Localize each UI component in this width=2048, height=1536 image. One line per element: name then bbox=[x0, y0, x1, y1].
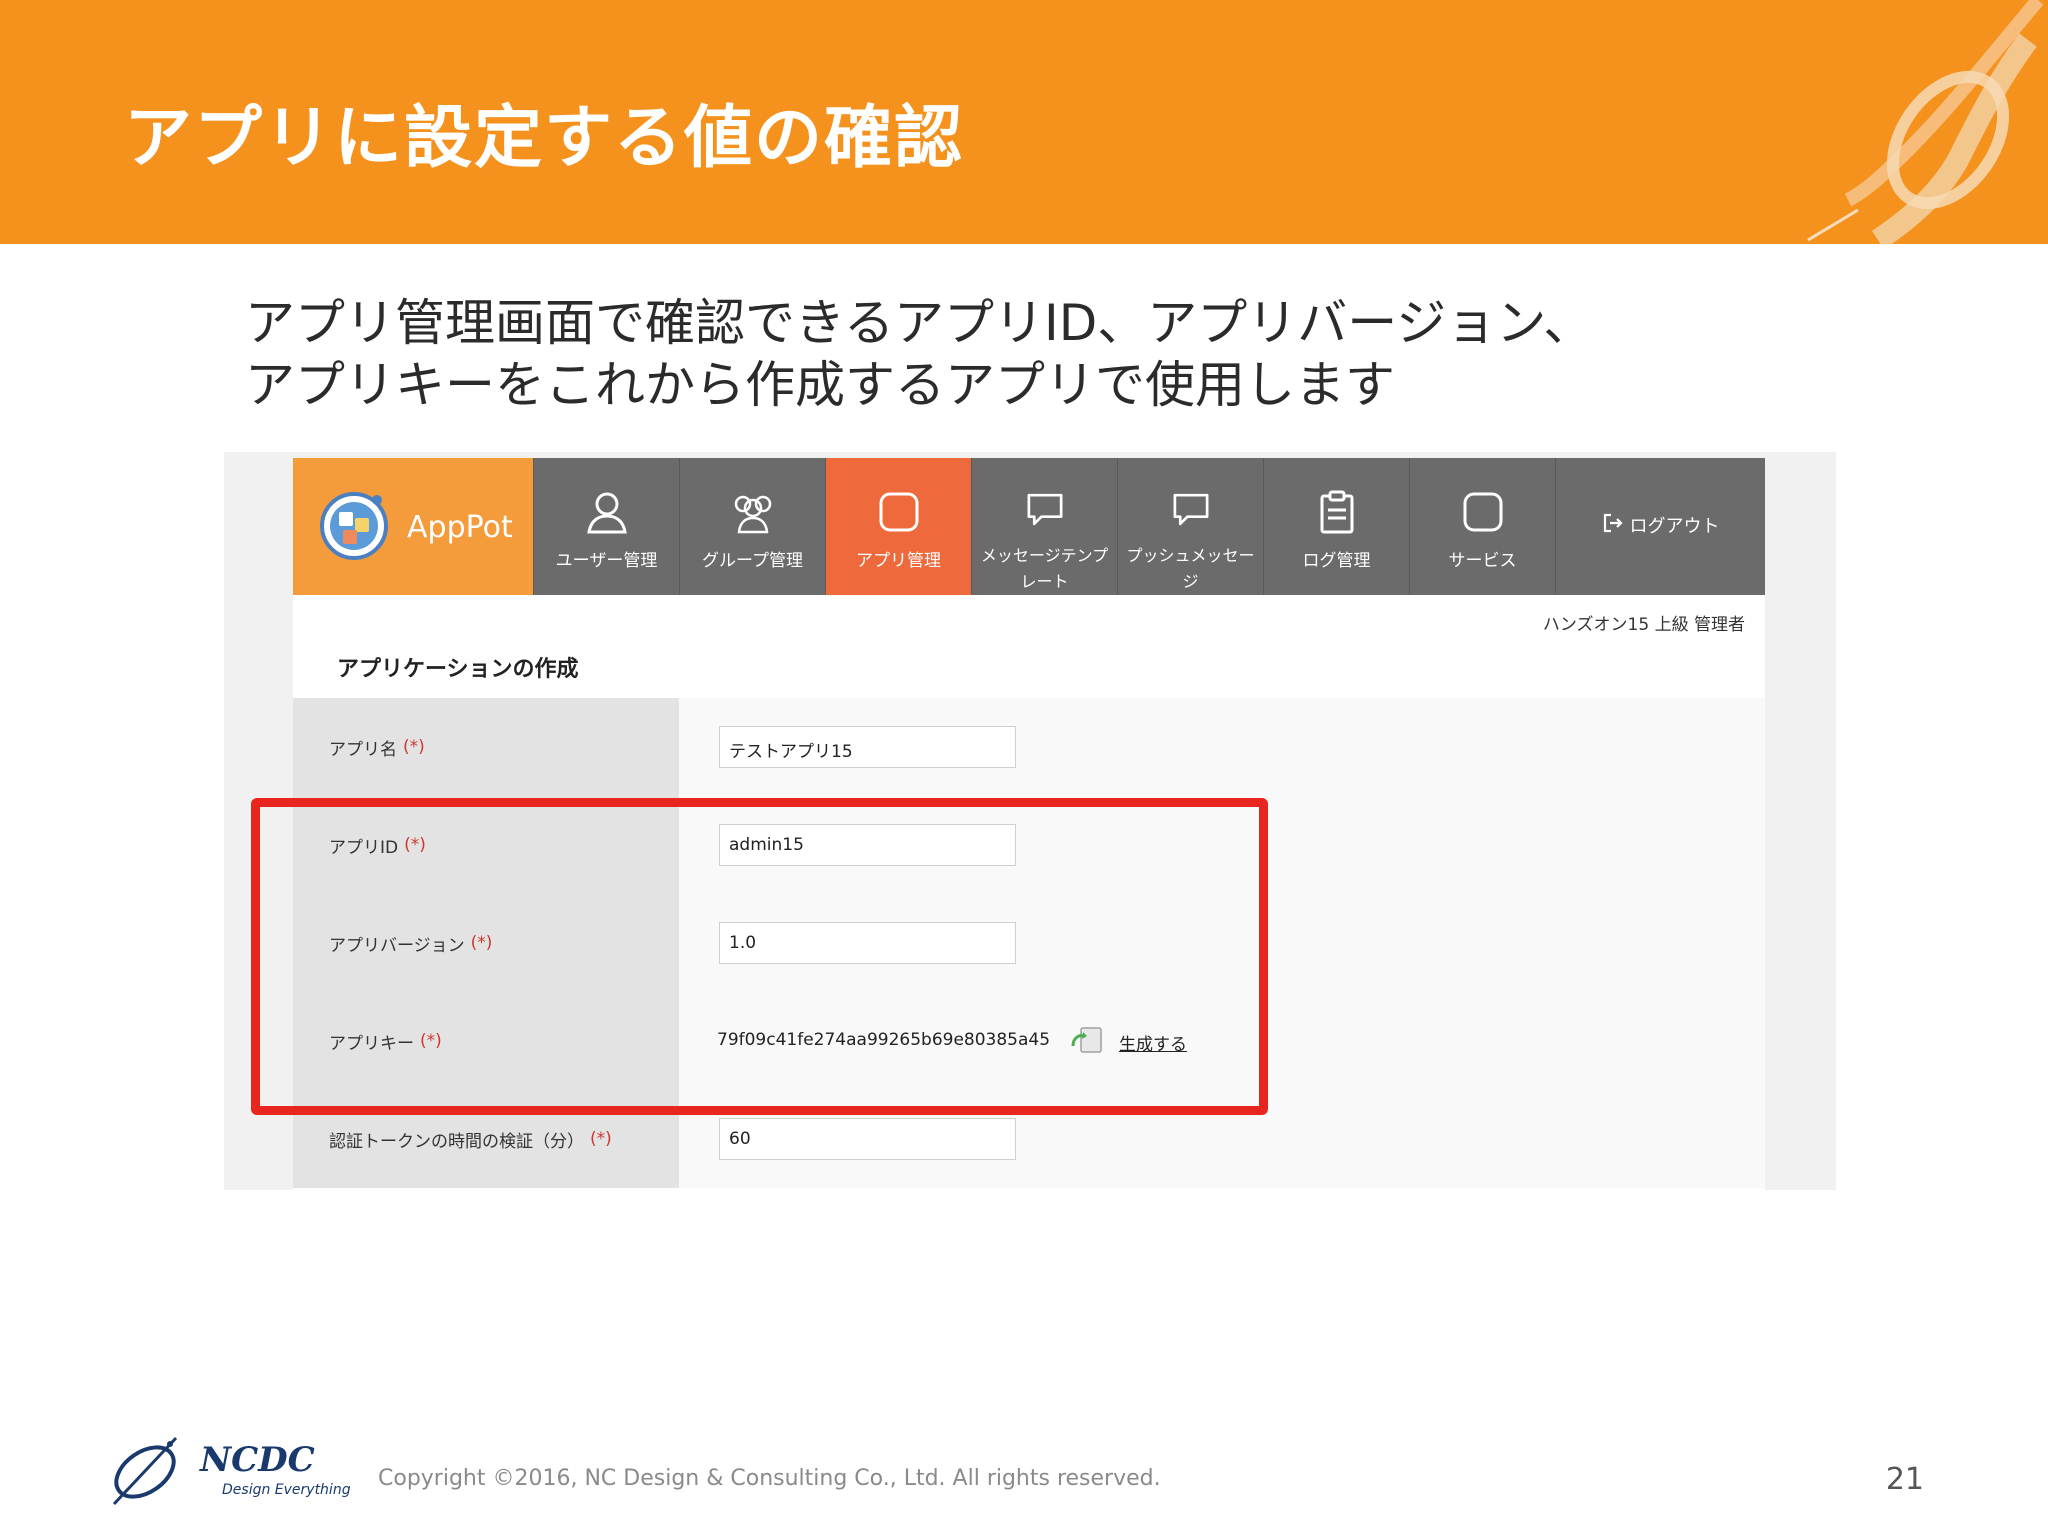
ncdc-tagline: Design Everything bbox=[222, 1482, 351, 1498]
nav-item-log-management[interactable]: ログ管理 bbox=[1263, 458, 1409, 595]
copyright-text: Copyright ©2016, NC Design & Consulting … bbox=[378, 1466, 1161, 1491]
header-band: アプリに設定する値の確認 bbox=[0, 0, 2048, 244]
nav-label: ユーザー管理 bbox=[555, 551, 658, 571]
app-icon bbox=[879, 492, 918, 532]
subtitle-line-2: アプリキーをこれから作成するアプリで使用します bbox=[245, 356, 1395, 414]
slide-title: アプリに設定する値の確認 bbox=[124, 99, 965, 178]
logout-button[interactable]: ログアウト bbox=[1555, 458, 1765, 595]
decorative-swirl-icon bbox=[1807, 0, 2044, 244]
clipboard-icon bbox=[1320, 490, 1353, 534]
nav-item-app-management[interactable]: アプリ管理 bbox=[825, 458, 971, 595]
top-navbar: AppPot ユーザー管理 グループ管理 アプリ管理 メッセージテンプ レート … bbox=[293, 458, 1765, 595]
nav-item-message-template[interactable]: メッセージテンプ レート bbox=[971, 458, 1117, 595]
ncdc-wordmark: NCDC bbox=[200, 1440, 315, 1480]
group-icon bbox=[734, 495, 771, 534]
logout-label: ログアウト bbox=[1629, 516, 1720, 537]
highlight-box bbox=[251, 798, 1268, 1115]
user-info: ハンズオン15 上級 管理者 bbox=[1542, 615, 1745, 635]
nav-label: サービス bbox=[1448, 551, 1517, 571]
nav-label: メッセージテンプ レート bbox=[980, 546, 1109, 591]
slide-subtitle: アプリ管理画面で確認できるアプリID、アプリバージョン、 アプリキーをこれから作… bbox=[245, 292, 1593, 416]
app-name-input[interactable]: テストアプリ15 bbox=[719, 726, 1016, 768]
required-mark: (*) bbox=[403, 737, 425, 757]
form-row-app-name: アプリ名 (*) テストアプリ15 bbox=[293, 698, 1765, 796]
logout-icon bbox=[1603, 513, 1623, 533]
brand-logo[interactable]: AppPot bbox=[293, 458, 533, 595]
nav-label: グループ管理 bbox=[702, 551, 803, 571]
token-validity-input[interactable]: 60 bbox=[719, 1118, 1016, 1160]
page-heading: アプリケーションの作成 bbox=[337, 657, 579, 682]
nav-item-push-message[interactable]: プッシュメッセー ジ bbox=[1117, 458, 1263, 595]
nav-item-user-management[interactable]: ユーザー管理 bbox=[533, 458, 679, 595]
push-message-icon bbox=[1173, 493, 1208, 526]
page-number: 21 bbox=[1885, 1462, 1924, 1497]
message-template-icon bbox=[1027, 493, 1062, 526]
nav-label: プッシュメッセー ジ bbox=[1126, 546, 1255, 591]
service-icon bbox=[1463, 492, 1502, 532]
user-icon bbox=[586, 492, 627, 534]
nav-item-group-management[interactable]: グループ管理 bbox=[679, 458, 825, 595]
subtitle-line-1: アプリ管理画面で確認できるアプリID、アプリバージョン、 bbox=[245, 294, 1594, 352]
nav-label: ログ管理 bbox=[1302, 551, 1371, 571]
field-label: アプリ名 (*) bbox=[293, 698, 679, 796]
slide: アプリに設定する値の確認 アプリ管理画面で確認できるアプリID、アプリバージョン… bbox=[0, 0, 2048, 1536]
nav-label: アプリ管理 bbox=[856, 551, 941, 571]
required-mark: (*) bbox=[590, 1129, 612, 1149]
nav-item-service[interactable]: サービス bbox=[1409, 458, 1555, 595]
brand-name: AppPot bbox=[407, 510, 513, 545]
appPot-logo-icon bbox=[320, 492, 388, 560]
